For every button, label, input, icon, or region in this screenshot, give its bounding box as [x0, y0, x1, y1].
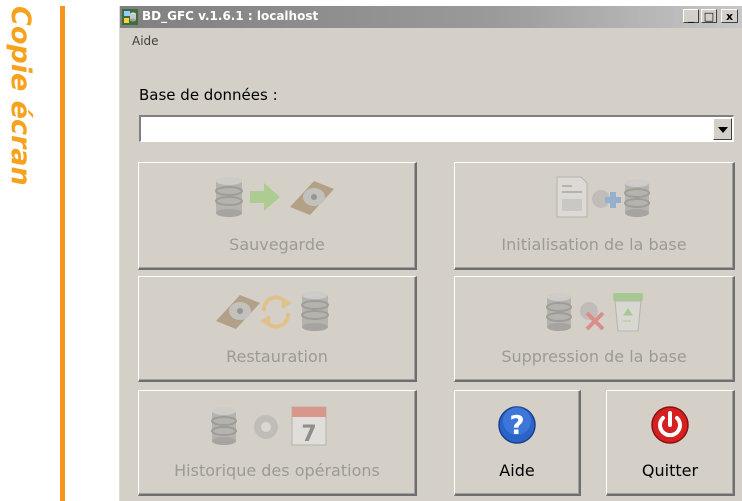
- initialisation-button[interactable]: Initialisation de la base: [454, 162, 735, 270]
- power-icon: [651, 406, 689, 444]
- historique-button[interactable]: 7 Historique des opérations: [138, 390, 417, 496]
- help-glyph: ?: [509, 411, 524, 441]
- database-label: Base de données :: [139, 86, 278, 104]
- aide-label: Aide: [499, 461, 535, 480]
- minimize-button[interactable]: _: [683, 9, 699, 23]
- window-title: BD_GFC v.1.6.1 : localhost: [142, 9, 319, 23]
- calendar-day: 7: [301, 422, 316, 447]
- gear-plus-icon: [592, 190, 621, 208]
- hard-disk-icon: [216, 295, 260, 329]
- quitter-label: Quitter: [641, 461, 699, 480]
- maximize-button[interactable]: □: [701, 9, 717, 23]
- refresh-icon: [260, 295, 292, 329]
- app-window: BD_GFC v.1.6.1 : localhost _ □ x Aide Ba…: [119, 6, 742, 501]
- historique-label: Historique des opérations: [174, 461, 380, 480]
- quitter-button[interactable]: Quitter: [606, 390, 735, 496]
- document-icon: [556, 176, 588, 218]
- suppression-label: Suppression de la base: [501, 347, 687, 366]
- database-icon: [301, 291, 329, 331]
- restauration-label: Restauration: [226, 347, 328, 366]
- close-button[interactable]: x: [721, 9, 738, 23]
- aide-button[interactable]: ? Aide: [454, 390, 581, 496]
- database-icon: [211, 407, 237, 445]
- help-icon: ?: [498, 406, 536, 444]
- database-icon: [215, 177, 243, 217]
- calendar-icon: 7: [291, 406, 327, 447]
- side-label: Copie écran: [2, 6, 36, 206]
- gear-delete-icon: [580, 302, 605, 331]
- menu-bar: Aide: [132, 32, 159, 50]
- side-label-text: Copie écran: [5, 6, 36, 186]
- hard-disk-icon: [290, 181, 334, 215]
- sauvegarde-label: Sauvegarde: [229, 235, 325, 254]
- sauvegarde-button[interactable]: Sauvegarde: [138, 162, 417, 270]
- database-icon: [546, 293, 572, 331]
- recycle-bin-icon: [613, 293, 643, 332]
- menu-item-aide[interactable]: Aide: [132, 34, 159, 48]
- initialisation-label: Initialisation de la base: [501, 235, 687, 254]
- accent-bar: [60, 6, 65, 501]
- chevron-down-icon[interactable]: [713, 118, 732, 140]
- app-icon: [122, 9, 138, 25]
- database-icon: [624, 179, 650, 217]
- database-select[interactable]: [139, 115, 734, 142]
- arrow-right-icon: [250, 183, 280, 211]
- suppression-button[interactable]: Suppression de la base: [454, 276, 735, 382]
- gear-icon: [254, 415, 278, 439]
- title-bar[interactable]: BD_GFC v.1.6.1 : localhost _ □ x: [120, 6, 742, 28]
- restauration-button[interactable]: Restauration: [138, 276, 417, 382]
